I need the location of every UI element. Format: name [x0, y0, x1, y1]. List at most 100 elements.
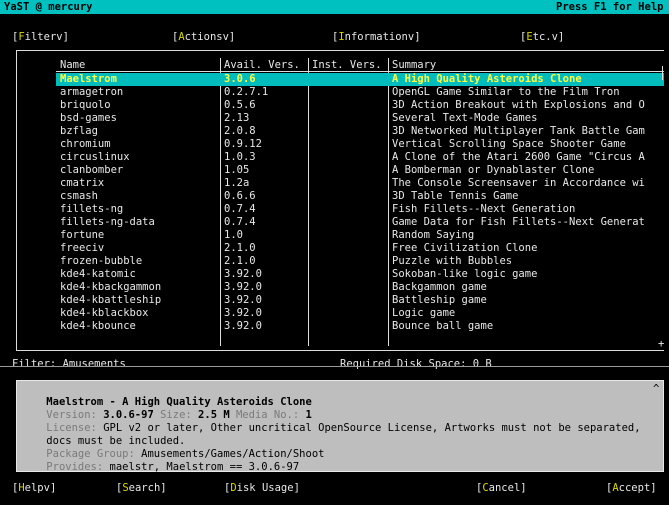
package-name: fillets-ng-data — [60, 216, 155, 228]
package-summary: Game Data for Fish Fillets--Next Generat — [392, 216, 645, 228]
table-row[interactable]: kde4-kbounce 3.92.0 Bounce ball game — [56, 320, 664, 333]
package-details: Maelstrom - A High Quality Asteroids Clo… — [16, 380, 664, 473]
table-row[interactable]: frozen-bubble 2.1.0 Puzzle with Bubbles — [56, 255, 664, 268]
cancel-button[interactable]: [Cancel] — [476, 482, 527, 495]
table-row[interactable]: chromium 0.9.12 Vertical Scrolling Space S… — [56, 138, 664, 151]
package-summary: Puzzle with Bubbles — [392, 255, 513, 267]
window-title: YaST @ mercury — [4, 1, 93, 13]
status-divider — [0, 366, 669, 367]
package-summary: 3D Networked Multiplayer Tank Battle Gam — [392, 125, 645, 137]
available-version: 3.92.0 — [224, 268, 262, 280]
available-version: 0.2.7.1 — [224, 86, 269, 98]
package-summary: Free Civilization Clone — [392, 242, 538, 254]
accept-button[interactable]: [Accept] — [606, 482, 657, 495]
package-name: csmash — [60, 190, 98, 202]
package-summary: Sokoban-like logic game — [392, 268, 538, 280]
package-name: kde4-katomic — [60, 268, 136, 280]
package-summary: Fish Fillets--Next Generation — [392, 203, 576, 215]
available-version: 0.5.6 — [224, 99, 256, 111]
table-row[interactable]: circuslinux 1.0.3 A Clone of the Atari 260… — [56, 151, 664, 164]
table-row[interactable]: cmatrix 1.2a The Console Screensaver in Ac… — [56, 177, 664, 190]
package-summary: Several Text-Mode Games — [392, 112, 538, 124]
available-version: 2.1.0 — [224, 255, 256, 267]
provides-label: Provides: — [46, 461, 104, 473]
available-version: 1.2a — [224, 177, 250, 189]
available-version: 0.7.4 — [224, 203, 256, 215]
package-summary: The Console Screensaver in Accordance wi — [392, 177, 645, 189]
available-version: 2.13 — [224, 112, 250, 124]
package-summary: Bounce ball game — [392, 320, 494, 332]
table-row[interactable]: fillets-ng 0.7.4 Fish Fillets--Next Genera… — [56, 203, 664, 216]
package-name: kde4-kbounce — [60, 320, 136, 332]
scrollbar-thumb[interactable] — [662, 66, 663, 80]
available-version: 1.0 — [224, 229, 243, 241]
package-summary: A High Quality Asteroids Clone — [392, 73, 582, 85]
package-summary: OpenGL Game Similar to the Film Tron — [392, 86, 620, 98]
menu-filter[interactable]: [Filterv] — [12, 31, 69, 44]
package-name: bsd-games — [60, 112, 117, 124]
table-top-border — [16, 50, 664, 51]
table-row[interactable]: clanbomber 1.05 A Bomberman or Dynablaster… — [56, 164, 664, 177]
package-name: kde4-kbackgammon — [60, 281, 162, 293]
available-version: 3.92.0 — [224, 307, 262, 319]
package-name: kde4-kbattleship — [60, 294, 162, 306]
package-summary: Battleship game — [392, 294, 487, 306]
package-name: circuslinux — [60, 151, 130, 163]
search-button[interactable]: [Search] — [116, 482, 167, 495]
available-version: 0.6.6 — [224, 190, 256, 202]
package-summary: Backgammon game — [392, 281, 487, 293]
header-separator — [56, 71, 664, 72]
table-row[interactable]: kde4-kbackgammon 3.92.0 Backgammon game — [56, 281, 664, 294]
available-version: 1.05 — [224, 164, 250, 176]
package-summary: Random Saying — [392, 229, 475, 241]
package-name: Maelstrom — [60, 73, 117, 85]
table-row[interactable]: fortune 1.0 Random Saying — [56, 229, 664, 242]
package-summary: A Clone of the Atari 2600 Game "Circus A — [392, 151, 645, 163]
table-row[interactable]: bzflag 2.0.8 3D Networked Multiplayer Tank… — [56, 125, 664, 138]
table-bottom-border — [16, 350, 664, 351]
package-name: briquolo — [60, 99, 111, 111]
table-row[interactable]: armagetron 0.2.7.1 OpenGL Game Similar to … — [56, 86, 664, 99]
table-row[interactable]: briquolo 0.5.6 3D Action Breakout with Exp… — [56, 99, 664, 112]
table-row[interactable]: fillets-ng-data 0.7.4 Game Data for Fish F… — [56, 216, 664, 229]
scroll-down-arrow[interactable]: + — [658, 338, 664, 351]
package-name: fortune — [60, 229, 105, 241]
menu-actions[interactable]: [Actionsv] — [172, 31, 235, 44]
table-row[interactable]: kde4-kblackbox 3.92.0 Logic game — [56, 307, 664, 320]
table-row[interactable]: csmash 0.6.6 3D Table Tennis Game — [56, 190, 664, 203]
help-button[interactable]: [Helpv] — [12, 482, 56, 495]
table-row-selected[interactable]: Maelstrom 3.0.6 A High Quality Asteroids C… — [56, 73, 664, 86]
package-summary: Vertical Scrolling Space Shooter Game — [392, 138, 626, 150]
disk-space-status: Required Disk Space: 0 B — [340, 358, 492, 370]
package-summary: 3D Table Tennis Game — [392, 190, 519, 202]
available-version: 3.92.0 — [224, 294, 262, 306]
help-hint: Press F1 for Help — [556, 1, 664, 13]
package-name: frozen-bubble — [60, 255, 143, 267]
package-name: fillets-ng — [60, 203, 124, 215]
package-summary: Logic game — [392, 307, 456, 319]
details-scroll-up-arrow[interactable]: ^ — [653, 383, 659, 396]
table-row[interactable]: kde4-kbattleship 3.92.0 Battleship game — [56, 294, 664, 307]
table-row[interactable]: kde4-katomic 3.92.0 Sokoban-like logic gam… — [56, 268, 664, 281]
available-version: 2.1.0 — [224, 242, 256, 254]
available-version: 3.92.0 — [224, 320, 262, 332]
package-summary: 3D Action Breakout with Explosions and O — [392, 99, 645, 111]
table-left-border — [16, 50, 17, 350]
table-row[interactable]: bsd-games 2.13 Several Text-Mode Games — [56, 112, 664, 125]
available-version: 2.0.8 — [224, 125, 256, 137]
title-bar: YaST @ mercury Press F1 for Help — [0, 0, 669, 14]
table-row[interactable]: freeciv 2.1.0 Free Civilization Clone — [56, 242, 664, 255]
available-version: 3.0.6 — [224, 73, 256, 85]
available-version: 1.0.3 — [224, 151, 256, 163]
provides-value: maelstr, Maelstrom == 3.0.6-97 — [109, 461, 300, 473]
available-version: 0.7.4 — [224, 216, 256, 228]
disk-usage-button[interactable]: [Disk Usage] — [224, 482, 300, 495]
package-summary: A Bomberman or Dynablaster Clone — [392, 164, 595, 176]
menu-etc[interactable]: [Etc.v] — [520, 31, 564, 44]
package-name: chromium — [60, 138, 111, 150]
package-name: freeciv — [60, 242, 105, 254]
package-name: kde4-kblackbox — [60, 307, 149, 319]
package-name: bzflag — [60, 125, 98, 137]
menu-information[interactable]: [Informationv] — [332, 31, 421, 44]
package-name: armagetron — [60, 86, 124, 98]
